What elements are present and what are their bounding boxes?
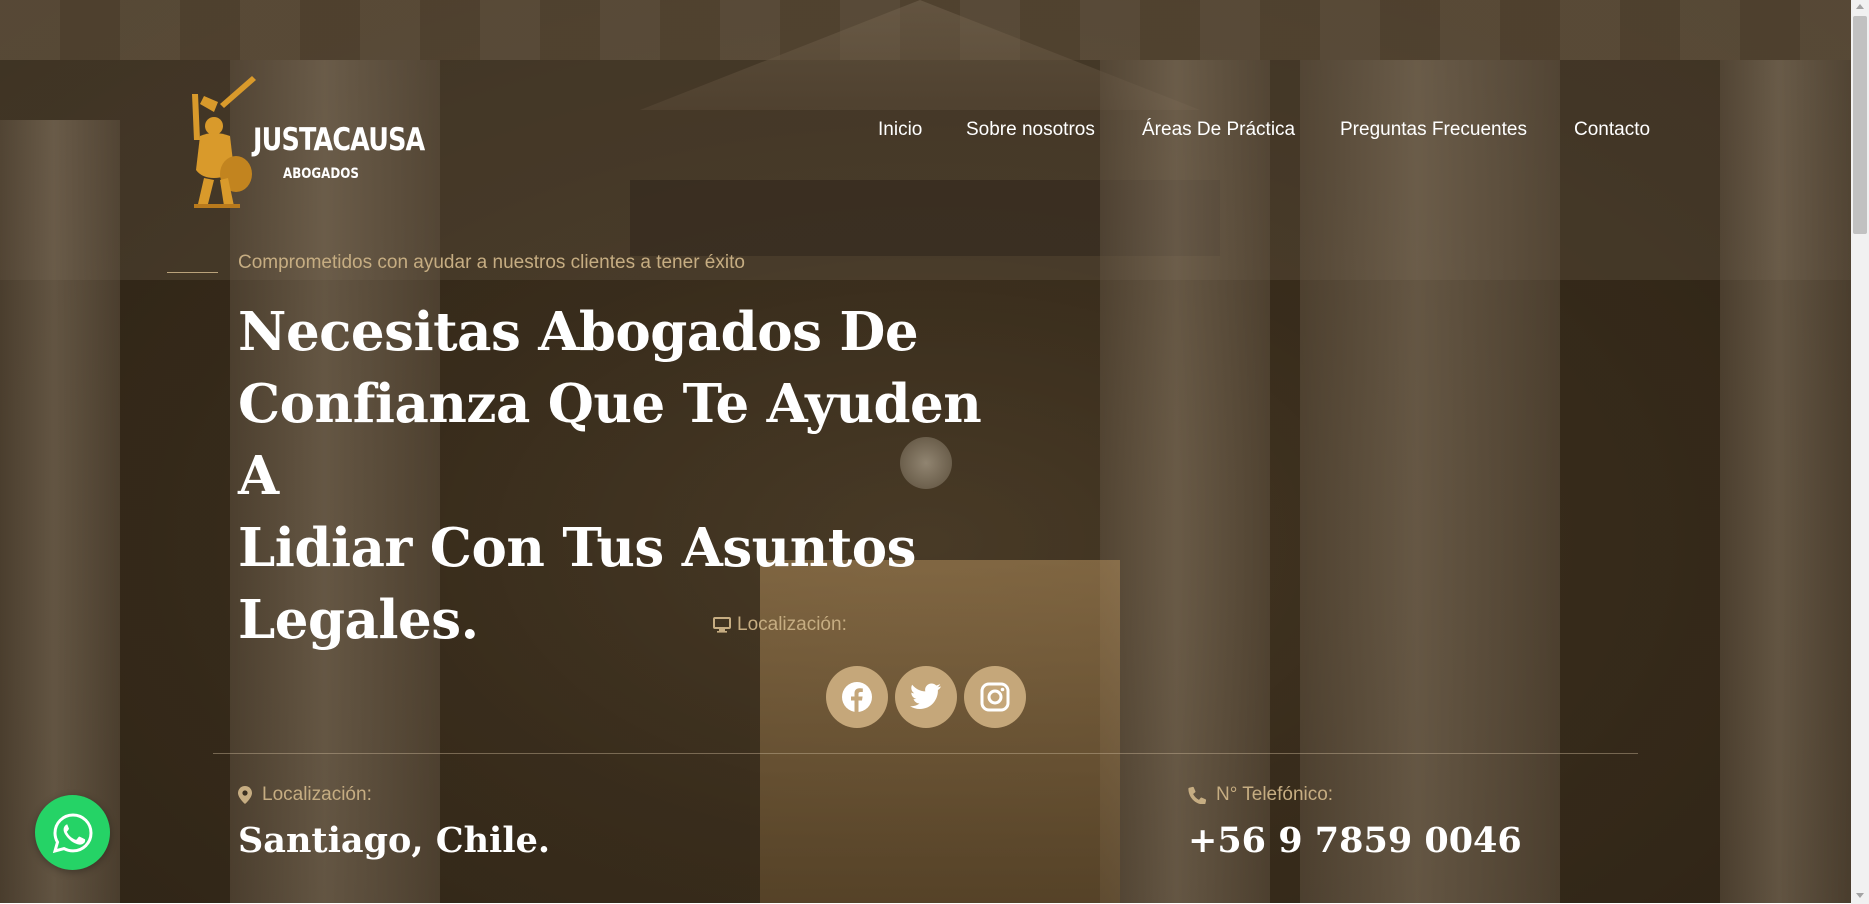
warrior-logo-icon xyxy=(192,76,256,208)
phone-label: N° Telefónico: xyxy=(1216,784,1334,805)
nav-preguntas-frecuentes[interactable]: Preguntas Frecuentes xyxy=(1340,119,1527,141)
background-column xyxy=(1100,60,1270,903)
twitter-button[interactable] xyxy=(895,666,957,728)
headline-line: Necesitas Abogados De xyxy=(238,301,919,363)
headline-line: Lidiar Con Tus Asuntos xyxy=(238,517,916,579)
facebook-button[interactable] xyxy=(826,666,888,728)
background-column xyxy=(0,120,120,903)
logo-name: JUSTACAUSA xyxy=(253,122,425,158)
location-info-label: Localización: xyxy=(238,784,372,806)
facebook-icon xyxy=(842,682,872,712)
whatsapp-button[interactable] xyxy=(35,795,110,870)
background-column xyxy=(1720,60,1851,903)
monitor-icon xyxy=(713,617,731,633)
nav-inicio[interactable]: Inicio xyxy=(878,119,922,141)
social-links xyxy=(826,666,1026,728)
tagline-divider xyxy=(167,272,218,273)
location-heading-label: Localización: xyxy=(737,614,847,635)
section-divider xyxy=(213,753,1638,754)
scrollbar-thumb[interactable] xyxy=(1853,16,1867,234)
nav-sobre-nosotros[interactable]: Sobre nosotros xyxy=(966,119,1095,141)
phone-icon xyxy=(1188,786,1206,804)
location-heading: Localización: xyxy=(713,614,847,636)
phone-info-label: N° Telefónico: xyxy=(1188,784,1333,806)
nav-areas-de-practica[interactable]: Áreas De Práctica xyxy=(1142,119,1295,141)
headline-line: Legales. xyxy=(238,589,479,651)
instagram-icon xyxy=(980,682,1010,712)
map-pin-icon xyxy=(238,786,252,804)
hero-headline: Necesitas Abogados De Confianza Que Te A… xyxy=(238,296,1038,656)
phone-value[interactable]: +56 9 7859 0046 xyxy=(1188,820,1522,861)
location-label: Localización: xyxy=(262,784,372,805)
background-column xyxy=(1300,60,1560,903)
hero-section: JUSTACAUSA ABOGADOS Inicio Sobre nosotro… xyxy=(0,0,1851,903)
location-value: Santiago, Chile. xyxy=(238,820,551,861)
nav-contacto[interactable]: Contacto xyxy=(1574,119,1650,141)
whatsapp-icon xyxy=(52,812,93,853)
instagram-button[interactable] xyxy=(964,666,1026,728)
scroll-up-arrow-icon[interactable] xyxy=(1856,4,1864,9)
site-logo[interactable]: JUSTACAUSA ABOGADOS xyxy=(190,74,425,209)
twitter-icon xyxy=(910,683,941,709)
headline-line: Confianza Que Te Ayuden A xyxy=(238,373,982,507)
scroll-down-arrow-icon[interactable] xyxy=(1856,893,1864,898)
hero-tagline: Comprometidos con ayudar a nuestros clie… xyxy=(238,252,745,273)
logo-subtitle: ABOGADOS xyxy=(283,166,359,182)
